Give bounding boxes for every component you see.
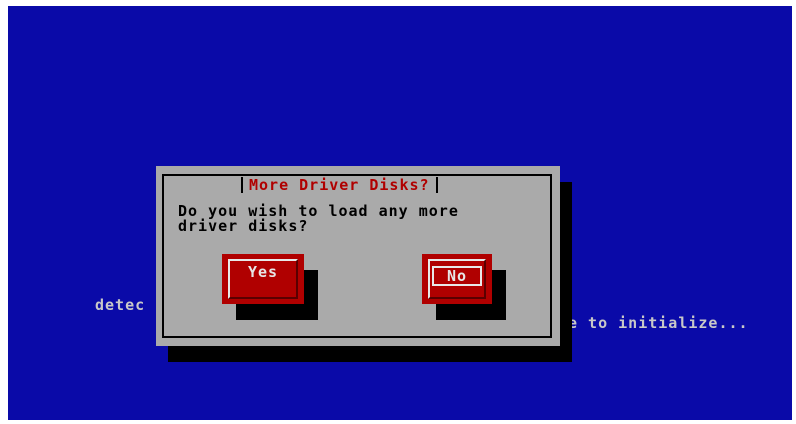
dialog-message-line-2: driver disks? [178, 217, 309, 235]
no-button[interactable]: No [422, 254, 492, 304]
no-button-label: No [432, 266, 482, 286]
more-driver-disks-dialog: More Driver Disks? Do you wish to load a… [156, 166, 560, 346]
yes-button-label: Yes [247, 263, 279, 281]
yes-button[interactable]: Yes [222, 254, 304, 304]
dialog-message: Do you wish to load any more driver disk… [178, 204, 459, 234]
background-text-left: detec [95, 296, 146, 314]
installer-screen: detec e to initialize... More Driver Dis… [8, 6, 792, 420]
dialog-title: More Driver Disks? [241, 176, 438, 194]
background-text-right: e to initialize... [568, 314, 749, 332]
